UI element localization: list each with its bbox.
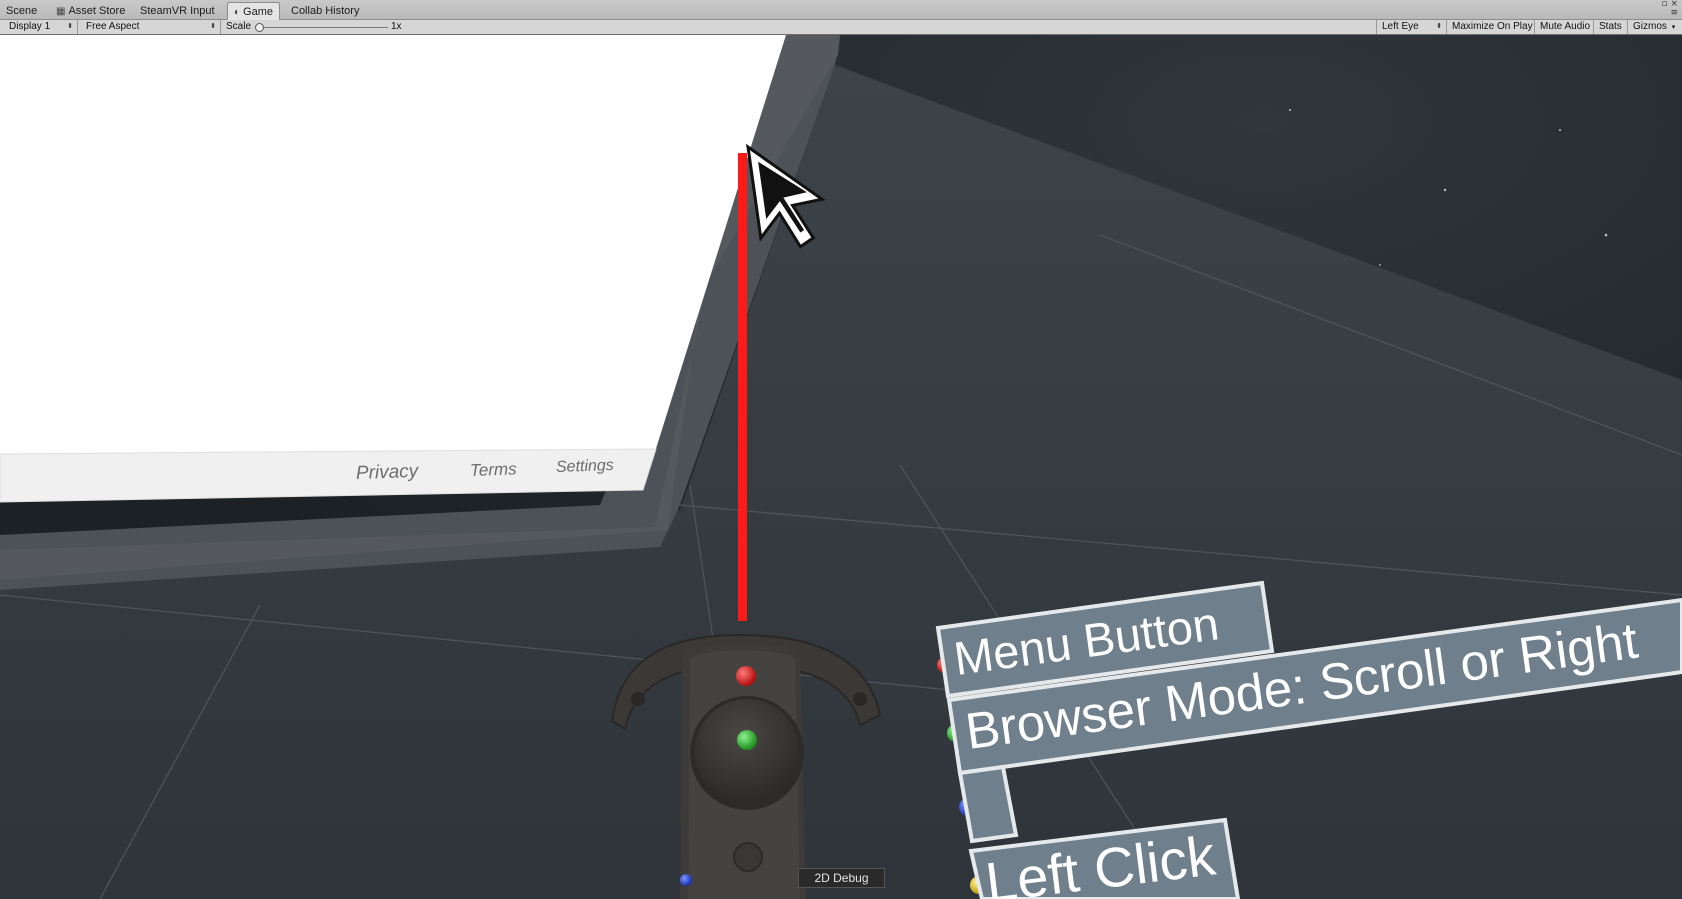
menu-button-dot (736, 666, 756, 686)
aspect-select[interactable]: Free Aspect ⬍ (81, 20, 221, 34)
select-arrows-icon: ⬍ (67, 23, 73, 30)
game-toolbar: Display 1 ⬍ Free Aspect ⬍ Scale 1x Left … (0, 20, 1682, 35)
tab-label: Game (243, 6, 274, 18)
terms-link[interactable]: Terms (470, 459, 517, 481)
display-select[interactable]: Display 1 ⬍ (4, 20, 78, 34)
settings-link[interactable]: Settings (556, 457, 614, 477)
gizmos-label: Gizmos (1633, 21, 1667, 32)
dropdown-arrow-icon: ▾ (1671, 24, 1676, 31)
game-controller-icon: ◐ (234, 7, 241, 18)
tab-collab-history[interactable]: Collab History (285, 2, 365, 20)
eye-select[interactable]: Left Eye ⬍ (1376, 20, 1447, 34)
privacy-link[interactable]: Privacy (356, 461, 419, 485)
restore-icon[interactable]: ▫ (1661, 0, 1667, 9)
scale-slider-thumb[interactable] (255, 23, 264, 32)
display-select-value: Display 1 (9, 21, 51, 32)
tab-label: SteamVR Input (140, 5, 215, 17)
stats-toggle[interactable]: Stats (1594, 20, 1628, 34)
tab-asset-store[interactable]: ▦ Asset Store (50, 2, 131, 20)
trackpad-dot (737, 730, 757, 750)
laser-beam (738, 153, 747, 621)
gizmos-dropdown[interactable]: Gizmos ▾ (1628, 20, 1680, 34)
editor-tab-bar: Scene ▦ Asset Store SteamVR Input ◐ Game C… (0, 0, 1682, 20)
2d-debug-button[interactable]: 2D Debug (798, 868, 885, 888)
vr-scene (0, 35, 1682, 899)
tab-label: Asset Store (68, 5, 126, 17)
panel-menu-icon[interactable]: ≡ (1670, 8, 1678, 18)
eye-select-value: Left Eye (1382, 21, 1419, 32)
store-icon: ▦ (56, 6, 66, 17)
aspect-select-value: Free Aspect (86, 21, 140, 32)
system-dot (680, 874, 692, 886)
scale-label: Scale (226, 21, 252, 32)
tab-game[interactable]: ◐ Game (227, 2, 281, 20)
tab-label: Scene (6, 5, 38, 17)
tab-scene[interactable]: Scene (0, 2, 43, 20)
tab-label: Collab History (291, 5, 360, 17)
mute-audio-toggle[interactable]: Mute Audio (1535, 20, 1594, 34)
window-controls[interactable]: ▫ × ≡ (1661, 0, 1678, 18)
game-view[interactable]: Privacy Terms Settings Menu Button Brows… (0, 35, 1682, 899)
scale-slider-track[interactable] (258, 27, 388, 28)
select-arrows-icon: ⬍ (210, 23, 216, 30)
tab-steamvr-input[interactable]: SteamVR Input (134, 2, 221, 20)
select-arrows-icon: ⬍ (1436, 23, 1442, 30)
maximize-on-play-toggle[interactable]: Maximize On Play (1447, 20, 1535, 34)
scale-value: 1x (391, 21, 402, 32)
